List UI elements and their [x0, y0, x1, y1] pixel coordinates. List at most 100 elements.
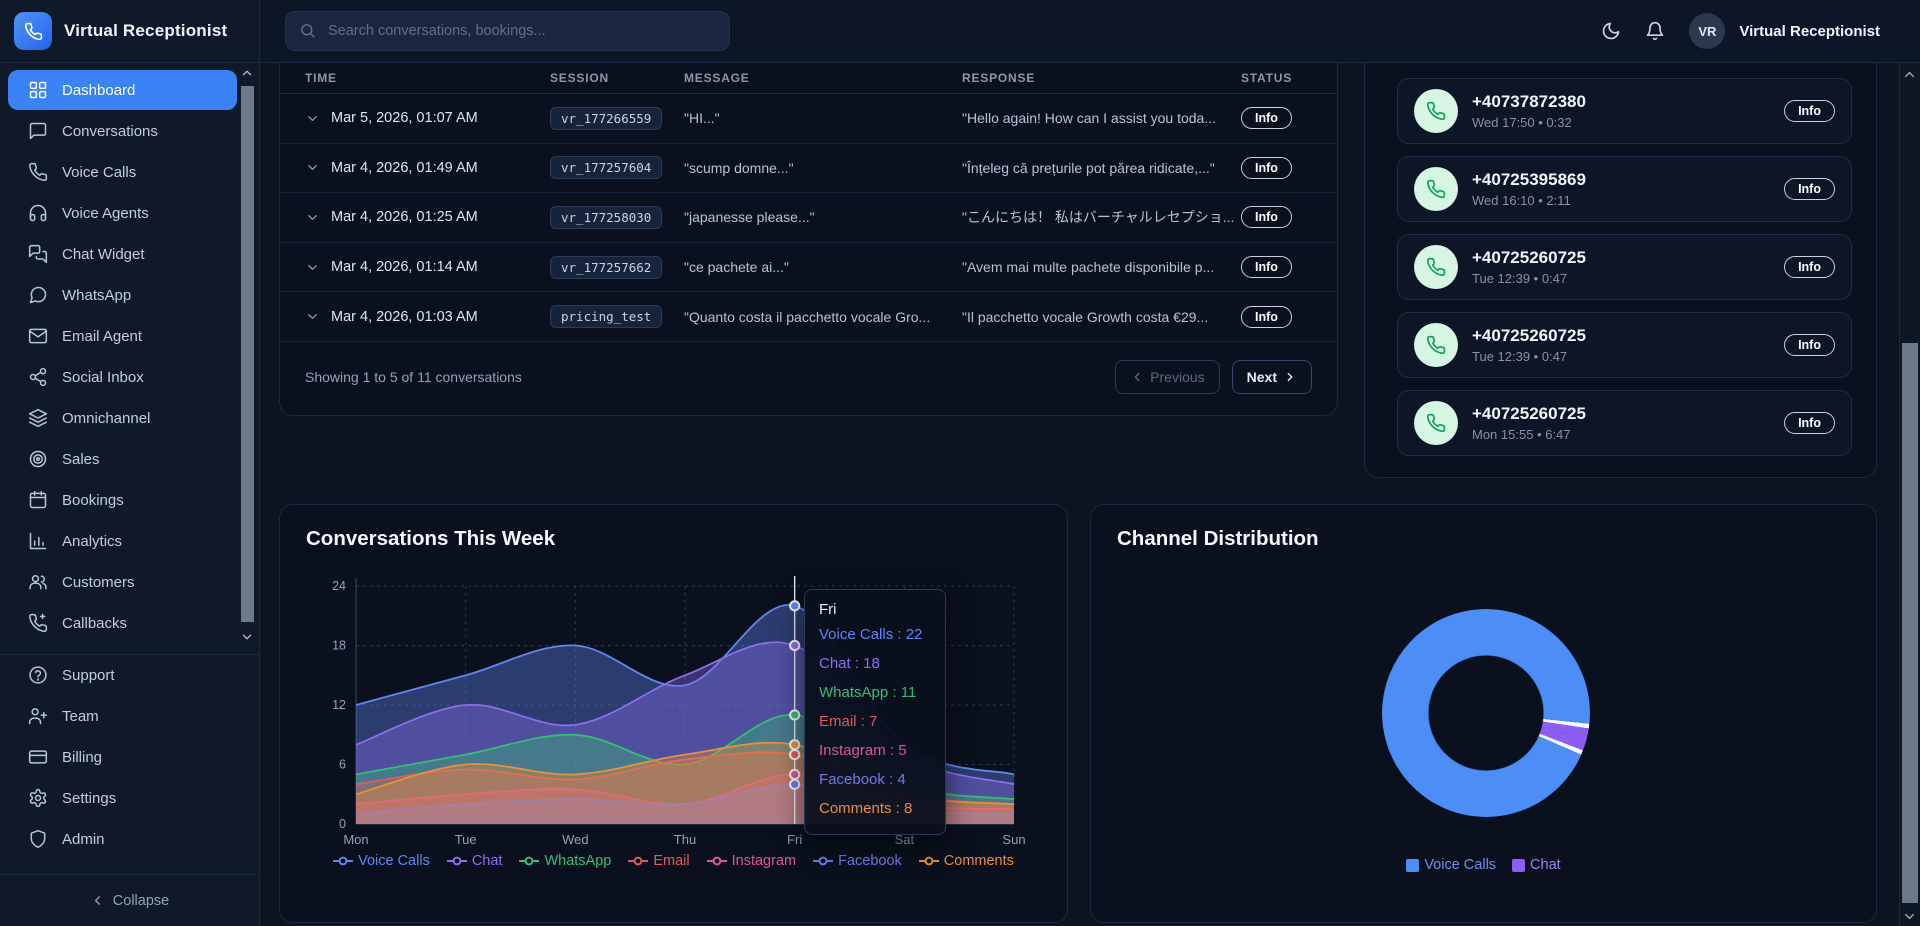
row-response: "こんにちは！ 私はバーチャルレセプショ...	[962, 207, 1241, 227]
table-row[interactable]: Mar 4, 2026, 01:03 AM pricing_test "Quan…	[280, 292, 1337, 342]
x-axis-label: Sun	[1002, 832, 1025, 847]
row-response: "Avem mai multe pachete disponibile p...	[962, 259, 1241, 275]
gear-icon	[28, 788, 48, 808]
call-card[interactable]: +40737872380 Wed 17:50 • 0:32 Info	[1397, 78, 1852, 144]
chart-tooltip: FriVoice Calls : 22Chat : 18WhatsApp : 1…	[804, 589, 946, 835]
area-chart[interactable]: 06121824MonTueWedThuFriSatSun	[280, 561, 1069, 851]
scroll-up-icon[interactable]	[240, 66, 254, 80]
row-info-button[interactable]: Info	[1241, 206, 1292, 228]
call-card[interactable]: +40725260725 Tue 12:39 • 0:47 Info	[1397, 312, 1852, 378]
call-info-button[interactable]: Info	[1784, 178, 1835, 200]
donut-legend-item-chat[interactable]: Chat	[1512, 857, 1561, 873]
row-info-button[interactable]: Info	[1241, 256, 1292, 278]
sidebar-item-label: Omnichannel	[62, 410, 150, 427]
sidebar-item-voice-calls[interactable]: Voice Calls	[8, 152, 237, 192]
sidebar-item-admin[interactable]: Admin	[8, 819, 237, 859]
tooltip-series-value: Voice Calls : 22	[819, 620, 931, 649]
sidebar-item-conversations[interactable]: Conversations	[8, 111, 237, 151]
previous-page-button[interactable]: Previous	[1115, 360, 1219, 394]
table-row[interactable]: Mar 5, 2026, 01:07 AM vr_177266559 "HI..…	[280, 94, 1337, 144]
call-card[interactable]: +40725260725 Tue 12:39 • 0:47 Info	[1397, 234, 1852, 300]
legend-item-instagram[interactable]: Instagram	[707, 853, 796, 869]
call-card[interactable]: +40725395869 Wed 16:10 • 2:11 Info	[1397, 156, 1852, 222]
row-time: Mar 5, 2026, 01:07 AM	[331, 110, 550, 126]
sidebar-item-dashboard[interactable]: Dashboard	[8, 70, 237, 110]
sidebar-item-whatsapp[interactable]: WhatsApp	[8, 275, 237, 315]
sidebar-item-label: Conversations	[62, 123, 158, 140]
sidebar-scrollbar[interactable]	[239, 66, 256, 644]
sidebar-scroll-thumb[interactable]	[241, 86, 254, 622]
app-root: Virtual Receptionist Dashboard Conversat…	[0, 0, 1920, 926]
legend-item-comments[interactable]: Comments	[919, 853, 1014, 869]
row-expand-chevron-down-icon[interactable]	[305, 260, 331, 275]
sidebar-item-label: Sales	[62, 451, 100, 468]
sidebar-item-billing[interactable]: Billing	[8, 737, 237, 777]
sidebar-item-chat-widget[interactable]: Chat Widget	[8, 234, 237, 274]
avatar[interactable]: VR	[1689, 13, 1725, 49]
sidebar-item-sales[interactable]: Sales	[8, 439, 237, 479]
call-info-button[interactable]: Info	[1784, 256, 1835, 278]
sidebar-item-voice-agents[interactable]: Voice Agents	[8, 193, 237, 233]
legend-item-whatsapp[interactable]: WhatsApp	[519, 853, 611, 869]
row-session: vr_177258030	[550, 206, 684, 229]
donut-chart[interactable]	[1382, 609, 1590, 817]
tooltip-series-value: WhatsApp : 11	[819, 678, 931, 707]
row-expand-chevron-down-icon[interactable]	[305, 160, 331, 175]
sidebar-item-social-inbox[interactable]: Social Inbox	[8, 357, 237, 397]
sidebar-item-settings[interactable]: Settings	[8, 778, 237, 818]
legend-item-email[interactable]: Email	[628, 853, 689, 869]
row-expand-chevron-down-icon[interactable]	[305, 210, 331, 225]
search-input[interactable]	[285, 11, 730, 51]
legend-item-facebook[interactable]: Facebook	[813, 853, 902, 869]
call-number: +40725260725	[1472, 326, 1586, 346]
row-info-button[interactable]: Info	[1241, 107, 1292, 129]
sidebar-item-analytics[interactable]: Analytics	[8, 521, 237, 561]
row-expand-chevron-down-icon[interactable]	[305, 309, 331, 324]
legend-line-marker-icon	[447, 856, 467, 866]
table-header-row: TIMESESSIONMESSAGERESPONSESTATUS	[280, 63, 1337, 94]
sidebar-nav-primary: Dashboard Conversations Voice Calls Voic…	[0, 70, 237, 644]
call-info-button[interactable]: Info	[1784, 334, 1835, 356]
page-scrollbar[interactable]	[1899, 63, 1920, 926]
sidebar-item-label: Analytics	[62, 533, 122, 550]
theme-toggle-moon-icon[interactable]	[1601, 21, 1621, 41]
message-square-icon	[28, 121, 48, 141]
table-row[interactable]: Mar 4, 2026, 01:14 AM vr_177257662 "ce p…	[280, 243, 1337, 293]
next-page-button[interactable]: Next	[1232, 360, 1312, 394]
calls-list: +40737872380 Wed 17:50 • 0:32 Info +4072…	[1397, 78, 1850, 456]
legend-item-voice-calls[interactable]: Voice Calls	[333, 853, 430, 869]
x-axis-label: Wed	[562, 832, 589, 847]
sidebar-item-label: Social Inbox	[62, 369, 144, 386]
row-info-button[interactable]: Info	[1241, 157, 1292, 179]
row-expand-chevron-down-icon[interactable]	[305, 111, 331, 126]
svg-text:24: 24	[332, 579, 346, 593]
sidebar-item-callbacks[interactable]: Callbacks	[8, 603, 237, 643]
notifications-bell-icon[interactable]	[1645, 21, 1665, 41]
legend-item-chat[interactable]: Chat	[447, 853, 503, 869]
sidebar-item-label: Support	[62, 667, 115, 684]
sidebar-collapse-button[interactable]: Collapse	[0, 874, 259, 926]
donut-legend-item-voice-calls[interactable]: Voice Calls	[1406, 857, 1496, 873]
scroll-up-icon[interactable]	[1902, 67, 1917, 82]
pagination-controls: Previous Next	[1115, 360, 1312, 394]
row-time: Mar 4, 2026, 01:49 AM	[331, 160, 550, 176]
sidebar-item-support[interactable]: Support	[8, 655, 237, 695]
help-circle-icon	[28, 665, 48, 685]
page-scroll-thumb[interactable]	[1902, 343, 1918, 903]
conversations-table-card: TIMESESSIONMESSAGERESPONSESTATUS Mar 5, …	[279, 63, 1338, 416]
sidebar-item-email-agent[interactable]: Email Agent	[8, 316, 237, 356]
shield-icon	[28, 829, 48, 849]
row-info-button[interactable]: Info	[1241, 306, 1292, 328]
tooltip-series-value: Email : 7	[819, 707, 931, 736]
sidebar-item-team[interactable]: Team	[8, 696, 237, 736]
scroll-down-icon[interactable]	[240, 630, 254, 644]
sidebar-item-customers[interactable]: Customers	[8, 562, 237, 602]
call-info-button[interactable]: Info	[1784, 100, 1835, 122]
scroll-down-icon[interactable]	[1902, 909, 1917, 924]
table-row[interactable]: Mar 4, 2026, 01:49 AM vr_177257604 "scum…	[280, 144, 1337, 194]
call-info-button[interactable]: Info	[1784, 412, 1835, 434]
sidebar-item-omnichannel[interactable]: Omnichannel	[8, 398, 237, 438]
sidebar-item-bookings[interactable]: Bookings	[8, 480, 237, 520]
call-card[interactable]: +40725260725 Mon 15:55 • 6:47 Info	[1397, 390, 1852, 456]
table-row[interactable]: Mar 4, 2026, 01:25 AM vr_177258030 "japa…	[280, 193, 1337, 243]
